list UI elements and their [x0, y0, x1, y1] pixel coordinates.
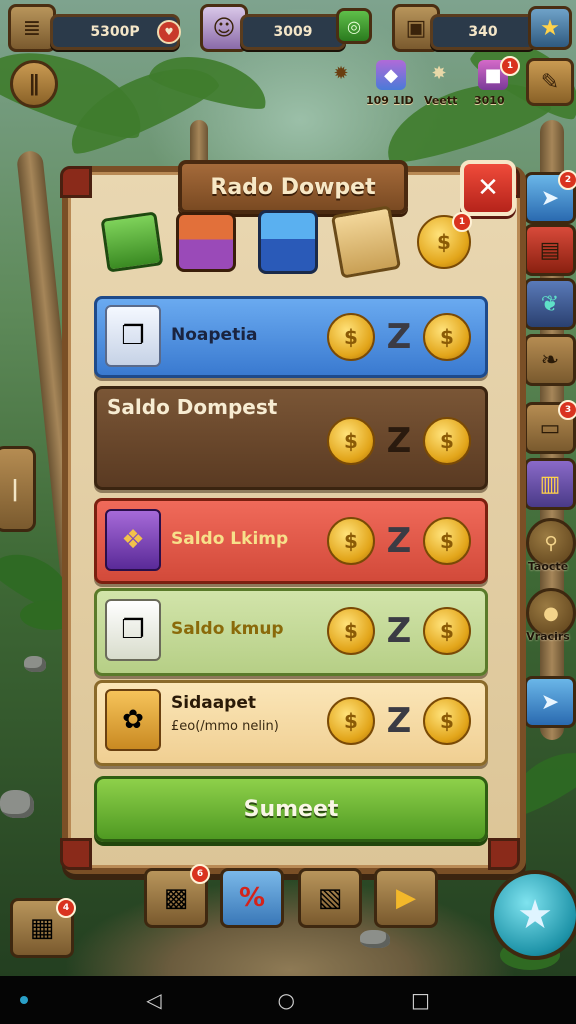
separator-icon: Z [386, 701, 412, 741]
side-label-2: Vracirs [526, 630, 570, 643]
gold-scroll-icon: ✿ [105, 689, 161, 751]
row-3-label: Saldo Lkimp [171, 529, 289, 549]
row-5-sublabel: £eo(/mmo nelin) [171, 719, 279, 734]
sun-icon: ✹ [333, 62, 349, 84]
coin-icon: $ [423, 417, 471, 465]
row-2-label: Saldo Dompest [107, 395, 278, 419]
coin-icon: $ [423, 517, 471, 565]
dialog-title: Rado Dowpet [178, 160, 408, 214]
coin-badge: 1 [452, 212, 472, 232]
panel-corner [60, 838, 92, 870]
book-button[interactable]: ▥ [524, 458, 576, 510]
cube-icon: ◆ [376, 60, 406, 90]
coin-icon: $ [423, 607, 471, 655]
row-1-label: Noapetia [171, 325, 258, 345]
submit-button[interactable]: Sumeet [94, 776, 488, 842]
recents-icon[interactable]: □ [411, 988, 430, 1012]
separator-icon: Z [386, 611, 412, 651]
side-label-1: Taocte [527, 560, 569, 573]
currency-bar-2: 3009 [240, 14, 346, 50]
rock [24, 656, 46, 672]
offer-row-3[interactable]: ❖ Saldo Lkimp $ Z $ [94, 498, 488, 584]
panel-corner [60, 166, 92, 198]
offer-row-5[interactable]: ✿ Sidaapet £eo(/mmo nelin) $ Z $ [94, 680, 488, 766]
currency-value-3: 340 [468, 24, 498, 40]
offer-row-2[interactable]: Saldo Dompest $ Z $ [94, 386, 488, 490]
coin-icon: $ [423, 313, 471, 361]
stat-2: Veett [424, 94, 458, 107]
currency-value-2: 3009 [273, 24, 313, 40]
currency-bar-1: 5300P ♥ [50, 14, 181, 50]
gem-add-icon[interactable]: ◎ [336, 8, 372, 44]
bottom-badge-1: 4 [56, 898, 76, 918]
play-button[interactable]: ▶ [374, 868, 438, 928]
star-action-button[interactable]: ★ [490, 870, 576, 960]
currency-bar-3: 340 [430, 14, 536, 50]
system-nav-bar: ◁ ○ □ [0, 976, 576, 1024]
feather-button[interactable]: ❦ [524, 278, 576, 330]
arrow-right-button-2[interactable]: ➤ [524, 676, 576, 728]
separator-icon: Z [386, 317, 412, 357]
heart-icon: ♥ [157, 20, 181, 44]
offer-row-1[interactable]: ❐ Noapetia $ Z $ [94, 296, 488, 378]
panel-corner [488, 838, 520, 870]
close-icon: ✕ [477, 173, 499, 203]
spark-icon: ✸ [431, 62, 447, 84]
pencil-button[interactable]: ✎ [526, 58, 574, 106]
home-icon[interactable]: ○ [278, 988, 295, 1012]
stat-badge: 1 [500, 56, 520, 76]
map-button[interactable]: ▤ [524, 224, 576, 276]
purple-book-icon: ❖ [105, 509, 161, 571]
row-4-label: Saldo kmup [171, 619, 284, 639]
coin-icon: $ [327, 517, 375, 565]
ticket-button[interactable]: ▧ [298, 868, 362, 928]
currency-value-1: 5300P [90, 24, 140, 40]
star-menu-icon[interactable]: ★ [528, 6, 572, 50]
scroll-icon[interactable] [330, 205, 402, 279]
row-5-label: Sidaapet [171, 693, 257, 713]
leaf-button[interactable]: ❧ [524, 334, 576, 386]
map-scroll-icon[interactable]: ≣ [8, 4, 56, 52]
coin-icon: $ [423, 697, 471, 745]
separator-icon: Z [386, 521, 412, 561]
coin-icon: $ [327, 417, 375, 465]
bottom-badge-2: 6 [190, 864, 210, 884]
status-dot [20, 996, 28, 1004]
discount-button[interactable]: % [220, 868, 284, 928]
coin-icon: $ [327, 697, 375, 745]
side-badge-1: 2 [558, 170, 576, 190]
coin-icon: $ [327, 313, 375, 361]
left-drawer-handle[interactable]: | [0, 446, 36, 532]
treasure-chest-icon[interactable] [176, 212, 236, 272]
white-card-icon: ❐ [105, 599, 161, 661]
star-icon: ★ [517, 892, 553, 938]
stat-3: 3010 [474, 94, 505, 107]
coin-icon: $ [327, 607, 375, 655]
offer-row-4[interactable]: ❐ Saldo kmup $ Z $ [94, 588, 488, 676]
rock [360, 930, 390, 948]
silver-card-icon: ❐ [105, 305, 161, 367]
pause-button[interactable]: ∥ [10, 60, 58, 108]
stat-1: 109 1ID [366, 94, 414, 107]
green-gem-icon[interactable] [100, 211, 164, 273]
side-badge-2: 3 [558, 400, 576, 420]
blue-chest-icon[interactable] [258, 210, 318, 274]
back-icon[interactable]: ◁ [146, 988, 161, 1012]
separator-icon: Z [386, 421, 412, 461]
close-button[interactable]: ✕ [460, 160, 516, 216]
rock [0, 790, 34, 818]
